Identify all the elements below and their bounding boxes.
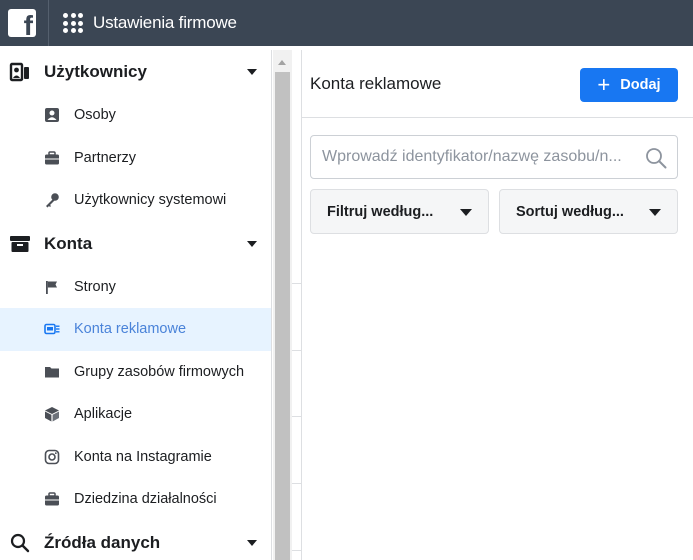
sidebar-item-label: Konta reklamowe <box>74 321 187 338</box>
add-button[interactable]: + Dodaj <box>580 68 678 102</box>
chevron-down-icon <box>460 209 472 216</box>
cube-icon <box>43 406 60 423</box>
filter-dropdown[interactable]: Filtruj według... <box>310 189 489 234</box>
ad-account-icon <box>43 321 60 338</box>
app-title: Ustawienia firmowe <box>93 13 237 32</box>
key-icon <box>43 192 60 209</box>
sidebar-item-instagram-accounts[interactable]: Konta na Instagramie <box>0 436 271 479</box>
sidebar-item-line-of-business[interactable]: Dziedzina działalności <box>0 478 271 521</box>
scroll-up-arrow-icon[interactable] <box>278 60 286 65</box>
sidebar-section-label: Konta <box>44 233 93 253</box>
apps-grid-icon[interactable] <box>63 13 83 33</box>
sidebar-section-accounts[interactable]: Konta <box>0 222 271 266</box>
archive-box-icon <box>9 233 31 255</box>
sort-dropdown-label: Sortuj według... <box>516 203 624 220</box>
briefcase-icon <box>43 149 60 166</box>
flag-icon <box>43 278 60 295</box>
search-icon <box>9 532 31 554</box>
add-button-label: Dodaj <box>620 77 661 93</box>
users-icon <box>9 61 31 83</box>
sidebar-section-data-sources[interactable]: Źródła danych <box>0 521 271 560</box>
search-icon[interactable] <box>645 147 667 169</box>
sidebar-item-system-users[interactable]: Użytkownicy systemowi <box>0 179 271 222</box>
collapsed-list-column <box>292 50 302 560</box>
briefcase-icon <box>43 491 60 508</box>
sidebar-item-label: Konta na Instagramie <box>74 448 212 465</box>
chevron-down-icon <box>247 240 257 247</box>
facebook-logo-icon[interactable]: f <box>8 9 36 37</box>
top-bar: f Ustawienia firmowe <box>0 0 693 46</box>
search-input[interactable]: Wprowadź identyfikator/nazwę zasobu/n... <box>310 135 678 179</box>
sidebar-section-users[interactable]: Użytkownicy <box>0 50 271 94</box>
sidebar: Użytkownicy Osoby Partnerzy Użytkownicy … <box>0 50 272 560</box>
sidebar-item-label: Osoby <box>74 107 116 124</box>
chevron-down-icon <box>247 69 257 75</box>
sidebar-item-partners[interactable]: Partnerzy <box>0 137 271 180</box>
sidebar-item-pages[interactable]: Strony <box>0 266 271 309</box>
sidebar-section-label: Użytkownicy <box>44 62 147 81</box>
filter-dropdown-label: Filtruj według... <box>327 203 434 220</box>
sidebar-item-ad-accounts[interactable]: Konta reklamowe <box>0 308 271 351</box>
main-header: Konta reklamowe + Dodaj <box>302 50 693 118</box>
main-panel: Konta reklamowe + Dodaj Wprowadź identyf… <box>302 50 693 560</box>
search-placeholder: Wprowadź identyfikator/nazwę zasobu/n... <box>322 148 622 165</box>
sidebar-item-business-asset-groups[interactable]: Grupy zasobów firmowych <box>0 351 271 394</box>
folder-icon <box>43 363 60 380</box>
page-title: Konta reklamowe <box>310 74 442 93</box>
sidebar-item-label: Strony <box>74 278 116 295</box>
sidebar-item-apps[interactable]: Aplikacje <box>0 393 271 436</box>
instagram-icon <box>43 448 60 465</box>
sort-dropdown[interactable]: Sortuj według... <box>499 189 678 234</box>
plus-icon: + <box>597 72 611 97</box>
sidebar-item-label: Użytkownicy systemowi <box>74 192 227 209</box>
sidebar-item-label: Partnerzy <box>74 149 137 166</box>
person-card-icon <box>43 107 60 124</box>
sidebar-item-label: Aplikacje <box>74 406 133 423</box>
sidebar-item-people[interactable]: Osoby <box>0 94 271 137</box>
sidebar-scrollbar[interactable] <box>273 50 292 560</box>
sidebar-item-label: Dziedzina działalności <box>74 491 217 508</box>
topbar-divider <box>48 0 49 46</box>
chevron-down-icon <box>247 539 257 546</box>
sidebar-section-label: Źródła danych <box>44 532 161 552</box>
chevron-down-icon <box>649 209 661 216</box>
scrollbar-thumb[interactable] <box>275 72 290 560</box>
sidebar-item-label: Grupy zasobów firmowych <box>74 363 245 380</box>
